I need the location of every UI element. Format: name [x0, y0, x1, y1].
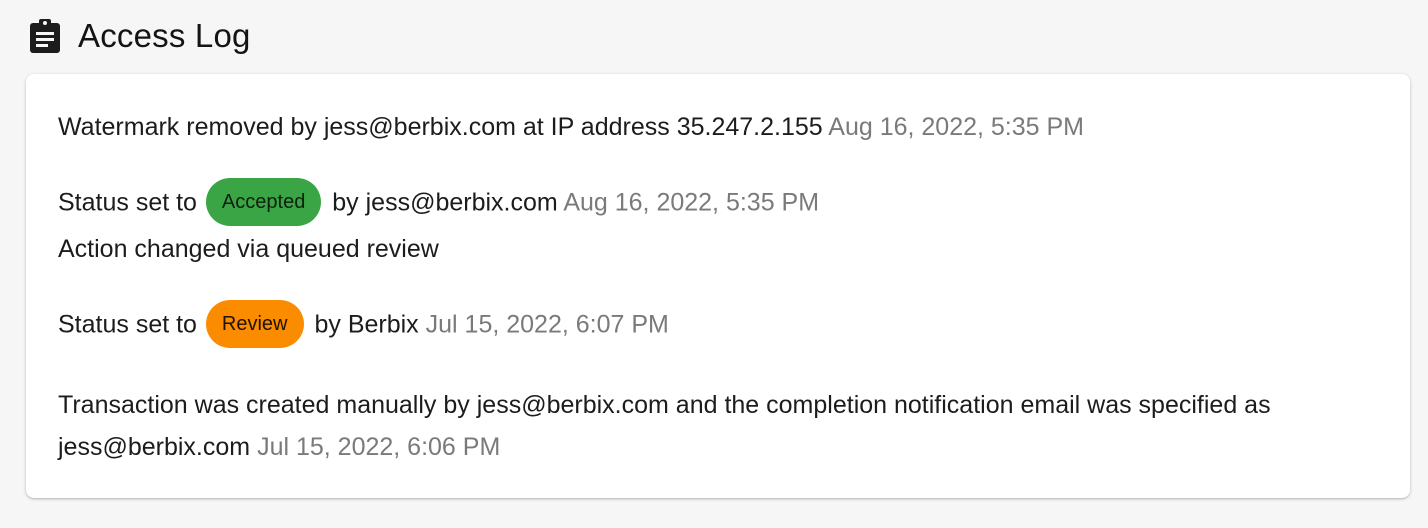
access-log-header: Access Log: [28, 14, 251, 58]
log-entry-status-review: Status set to Review by Berbix Jul 15, 2…: [58, 300, 669, 350]
entry-text: by: [314, 310, 341, 339]
entry-ip: 35.247.2.155: [676, 113, 823, 141]
entry-text: Transaction was created manually by: [58, 391, 470, 419]
entry-user: jess@berbix.com: [323, 113, 516, 141]
entry-text: and the completion notification email wa…: [675, 391, 1271, 419]
entry-text: by: [332, 188, 359, 217]
entry-timestamp: Jul 15, 2022, 6:07 PM: [425, 310, 669, 339]
entry-text: Watermark removed by: [58, 113, 317, 141]
log-entry-watermark: Watermark removed by jess@berbix.com at …: [58, 106, 1084, 148]
entry-user: Berbix: [347, 310, 419, 339]
entry-text: at IP address: [522, 113, 670, 141]
entry-user: jess@berbix.com: [476, 391, 669, 419]
log-entry-status-accepted: Status set to Accepted by jess@berbix.co…: [58, 178, 820, 228]
status-badge-accepted: Accepted: [205, 178, 322, 226]
entry-text: Status set to: [58, 188, 197, 217]
entry-timestamp: Aug 16, 2022, 5:35 PM: [563, 188, 820, 217]
access-log-card: Watermark removed by jess@berbix.com at …: [26, 74, 1410, 498]
log-entry-transaction-created: Transaction was created manually by jess…: [58, 384, 1318, 468]
entry-timestamp: Jul 15, 2022, 6:06 PM: [257, 433, 501, 461]
clipboard-icon: [28, 18, 62, 54]
entry-email: jess@berbix.com: [58, 433, 251, 461]
entry-text: Status set to: [58, 310, 197, 339]
status-badge-review: Review: [205, 300, 304, 348]
entry-user: jess@berbix.com: [365, 188, 558, 217]
entry-note: Action changed via queued review: [58, 235, 439, 263]
entry-timestamp: Aug 16, 2022, 5:35 PM: [828, 113, 1085, 141]
page-title: Access Log: [78, 17, 251, 54]
